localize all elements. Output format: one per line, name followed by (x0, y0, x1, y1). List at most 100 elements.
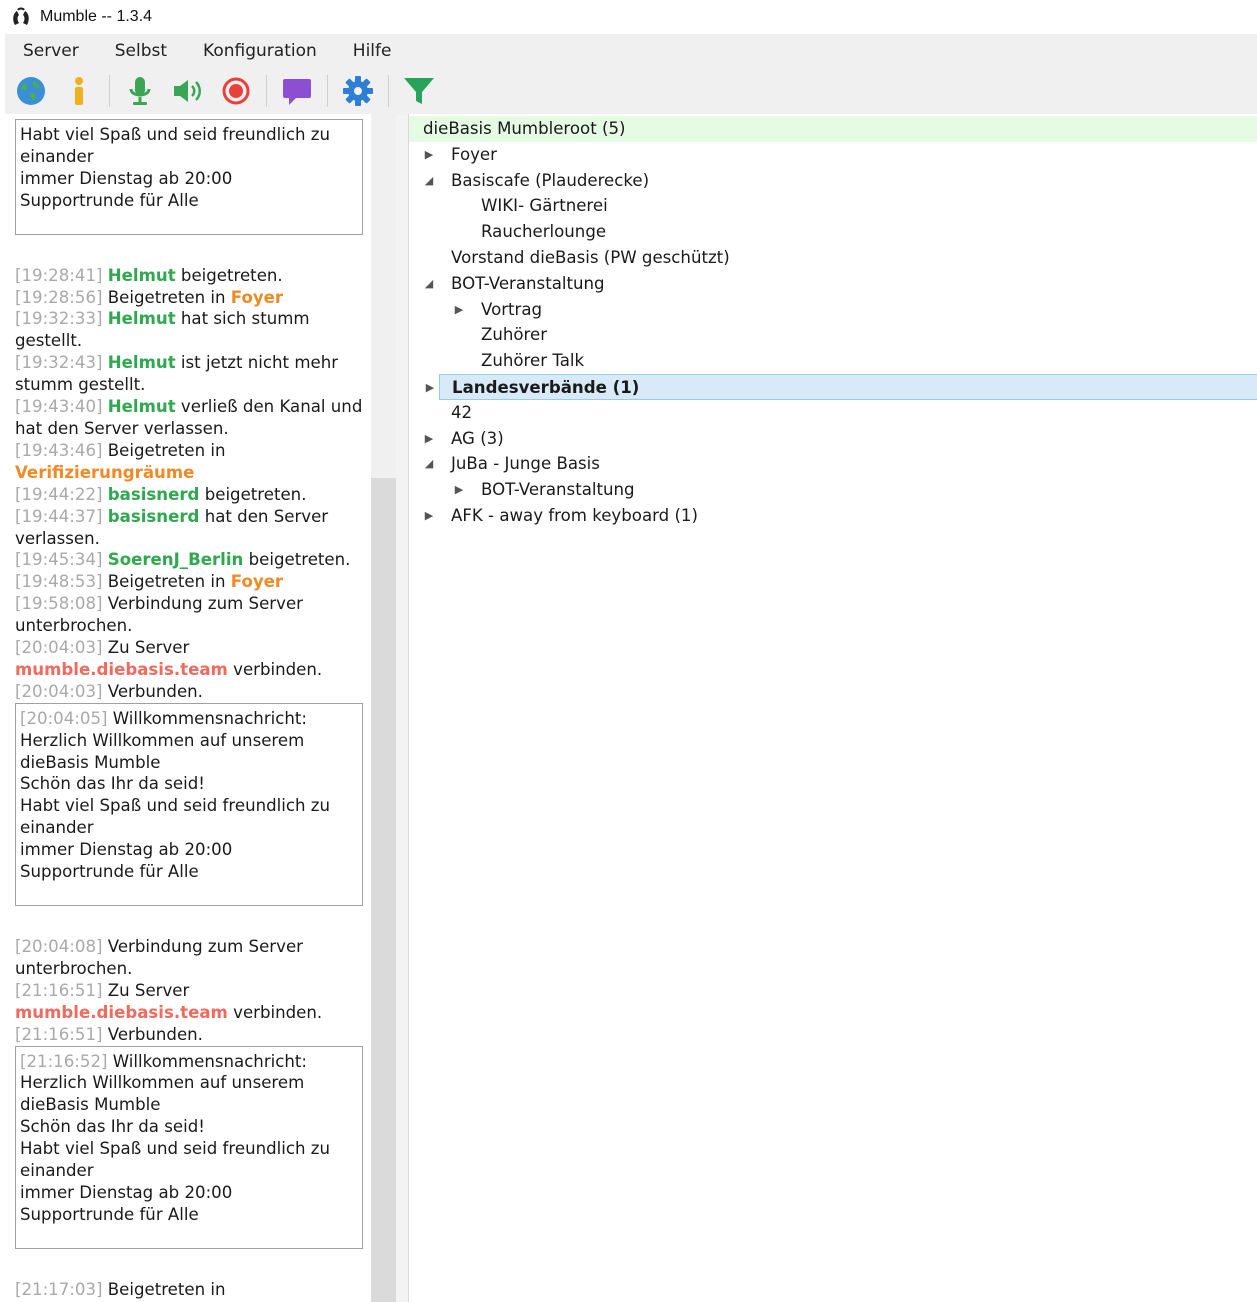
timestamp: [20:04:03] (15, 638, 103, 658)
message-text: beigetreten. (175, 265, 283, 285)
user-link[interactable]: basisnerd (108, 507, 200, 526)
log-entry: [20:04:03] Verbunden. (15, 681, 371, 703)
channel-tree[interactable]: dieBasis Mumbleroot (5) ▶ Foyer ◢ Basiscafe … (408, 114, 1257, 1302)
channel-item[interactable]: ▶ AG (3) (409, 426, 1257, 452)
message-text: Zu Server (102, 980, 190, 1000)
globe-icon (17, 77, 45, 105)
info-button[interactable] (61, 73, 97, 109)
user-link[interactable]: basisnerd (108, 485, 200, 504)
channel-label: Zuhörer (481, 325, 548, 345)
panel-splitter[interactable] (396, 114, 408, 1302)
channel-link[interactable]: Foyer (231, 572, 283, 591)
collapsed-arrow-icon[interactable]: ▶ (423, 426, 435, 452)
message-line: dieBasis Mumble (20, 1095, 161, 1115)
message-text: verbinden. (227, 1002, 323, 1022)
channel-item[interactable]: WIKI- Gärtnerei (409, 193, 1257, 219)
channel-link[interactable]: Foyer (231, 288, 283, 307)
message-line: Supportrunde für Alle (20, 1204, 199, 1224)
server-link[interactable]: mumble.diebasis.team (15, 1003, 228, 1022)
user-link[interactable]: Helmut (108, 353, 176, 372)
welcome-message-box: [21:16:52] Willkommensnachricht: Herzlich… (15, 1045, 363, 1249)
log-entry: [19:48:53] Beigetreten in Foyer (15, 571, 371, 593)
channel-item[interactable]: ◢ JuBa - Junge Basis (409, 451, 1257, 477)
mute-self-button[interactable] (122, 73, 158, 109)
collapsed-arrow-icon[interactable]: ▶ (453, 477, 465, 503)
settings-button[interactable] (340, 73, 376, 109)
channel-item[interactable]: ▶ Vortrag (409, 297, 1257, 323)
channel-label: AG (3) (451, 428, 504, 448)
deafen-self-button[interactable] (170, 73, 206, 109)
channel-item[interactable]: ▶ AFK - away from keyboard (1) (409, 503, 1257, 529)
expanded-arrow-icon[interactable]: ◢ (423, 271, 435, 297)
server-root[interactable]: dieBasis Mumbleroot (5) (409, 116, 1257, 142)
chat-log[interactable]: Habt viel Spaß und seid freundlich zu ein… (5, 114, 371, 1302)
timestamp: [19:48:53] (15, 572, 103, 592)
title-bar: Mumble -- 1.3.4 (0, 0, 1257, 34)
message-line: immer Dienstag ab 20:00 (20, 168, 233, 188)
log-entry: [19:28:56] Beigetreten in Foyer (15, 287, 371, 309)
channel-label: Zuhörer Talk (481, 351, 585, 371)
message-line: einander (20, 1161, 94, 1181)
user-link[interactable]: Helmut (108, 397, 176, 416)
message-text: Beigetreten in (102, 287, 231, 307)
filter-button[interactable] (401, 73, 437, 109)
message-line: dieBasis Mumble (20, 752, 161, 772)
log-entry: [19:44:37] basisnerd hat den Server verl… (15, 506, 371, 550)
toolbar-separator (388, 75, 389, 107)
chat-log-scrollbar[interactable] (371, 114, 396, 1302)
message-text: Beigetreten in (102, 1279, 226, 1299)
message-line: Habt viel Spaß und seid freundlich zu (20, 796, 330, 816)
timestamp: [19:43:46] (15, 440, 103, 460)
server-link[interactable]: mumble.diebasis.team (15, 660, 228, 679)
channel-item[interactable]: ◢ Basiscafe (Plauderecke) (409, 168, 1257, 194)
speaker-icon (174, 80, 201, 102)
collapsed-arrow-icon[interactable]: ▶ (424, 375, 436, 401)
expanded-arrow-icon[interactable]: ◢ (423, 168, 435, 194)
channel-item[interactable]: Zuhörer Talk (409, 348, 1257, 374)
timestamp: [20:04:05] (20, 708, 108, 728)
collapsed-arrow-icon[interactable]: ▶ (423, 142, 435, 168)
channel-item[interactable]: 42 (409, 400, 1257, 426)
user-link[interactable]: Helmut (108, 266, 176, 285)
message-text: beigetreten. (199, 484, 307, 504)
message-line: Supportrunde für Alle (20, 190, 199, 210)
connect-button[interactable] (13, 73, 49, 109)
channel-item[interactable]: Vorstand dieBasis (PW geschützt) (409, 245, 1257, 271)
microphone-icon (129, 77, 151, 105)
menu-selbst[interactable]: Selbst (97, 41, 185, 61)
channel-item[interactable]: ◢ BOT-Veranstaltung (409, 271, 1257, 297)
user-link[interactable]: SoerenJ_Berlin (108, 550, 244, 569)
log-entry: [19:32:33] Helmut hat sich stumm gestell… (15, 308, 371, 352)
user-link[interactable]: Helmut (108, 309, 176, 328)
menu-konfiguration[interactable]: Konfiguration (185, 41, 335, 61)
log-entry: [19:58:08] Verbindung zum Server unterbr… (15, 593, 371, 637)
channel-item[interactable]: ▶ Landesverbände (1) (426, 374, 1257, 400)
channel-item[interactable]: Raucherlounge (409, 219, 1257, 245)
channel-label: Basiscafe (Plauderecke) (451, 170, 650, 190)
scrollbar-thumb[interactable] (371, 478, 396, 1302)
channel-label: Landesverbände (1) (452, 378, 640, 397)
expanded-arrow-icon[interactable]: ◢ (423, 451, 435, 477)
comment-button[interactable] (279, 73, 315, 109)
collapsed-arrow-icon[interactable]: ▶ (453, 297, 465, 323)
channel-item[interactable]: Zuhörer (409, 322, 1257, 348)
message-text: beigetreten. (243, 550, 351, 570)
message-text: Willkommensnachricht: (107, 708, 307, 728)
channel-label: Vorstand dieBasis (PW geschützt) (451, 248, 730, 267)
mumble-icon (13, 7, 29, 25)
toolbar (5, 68, 1257, 114)
log-entry: [20:04:08] Verbindung zum Server unterbr… (15, 936, 371, 980)
collapsed-arrow-icon[interactable]: ▶ (423, 503, 435, 529)
menu-server[interactable]: Server (5, 41, 97, 61)
menu-hilfe[interactable]: Hilfe (335, 41, 410, 61)
record-button[interactable] (218, 73, 254, 109)
timestamp: [19:32:43] (15, 353, 103, 373)
channel-item[interactable]: ▶ Foyer (409, 142, 1257, 168)
message-text: Beigetreten in (102, 440, 226, 460)
channel-label: BOT-Veranstaltung (451, 273, 605, 293)
message-line: Herzlich Willkommen auf unserem (20, 730, 305, 750)
channel-link[interactable]: Verifizierungräume (15, 463, 194, 482)
timestamp: [19:45:34] (15, 550, 103, 570)
chat-icon (283, 79, 311, 105)
channel-item[interactable]: ▶ BOT-Veranstaltung (409, 477, 1257, 503)
